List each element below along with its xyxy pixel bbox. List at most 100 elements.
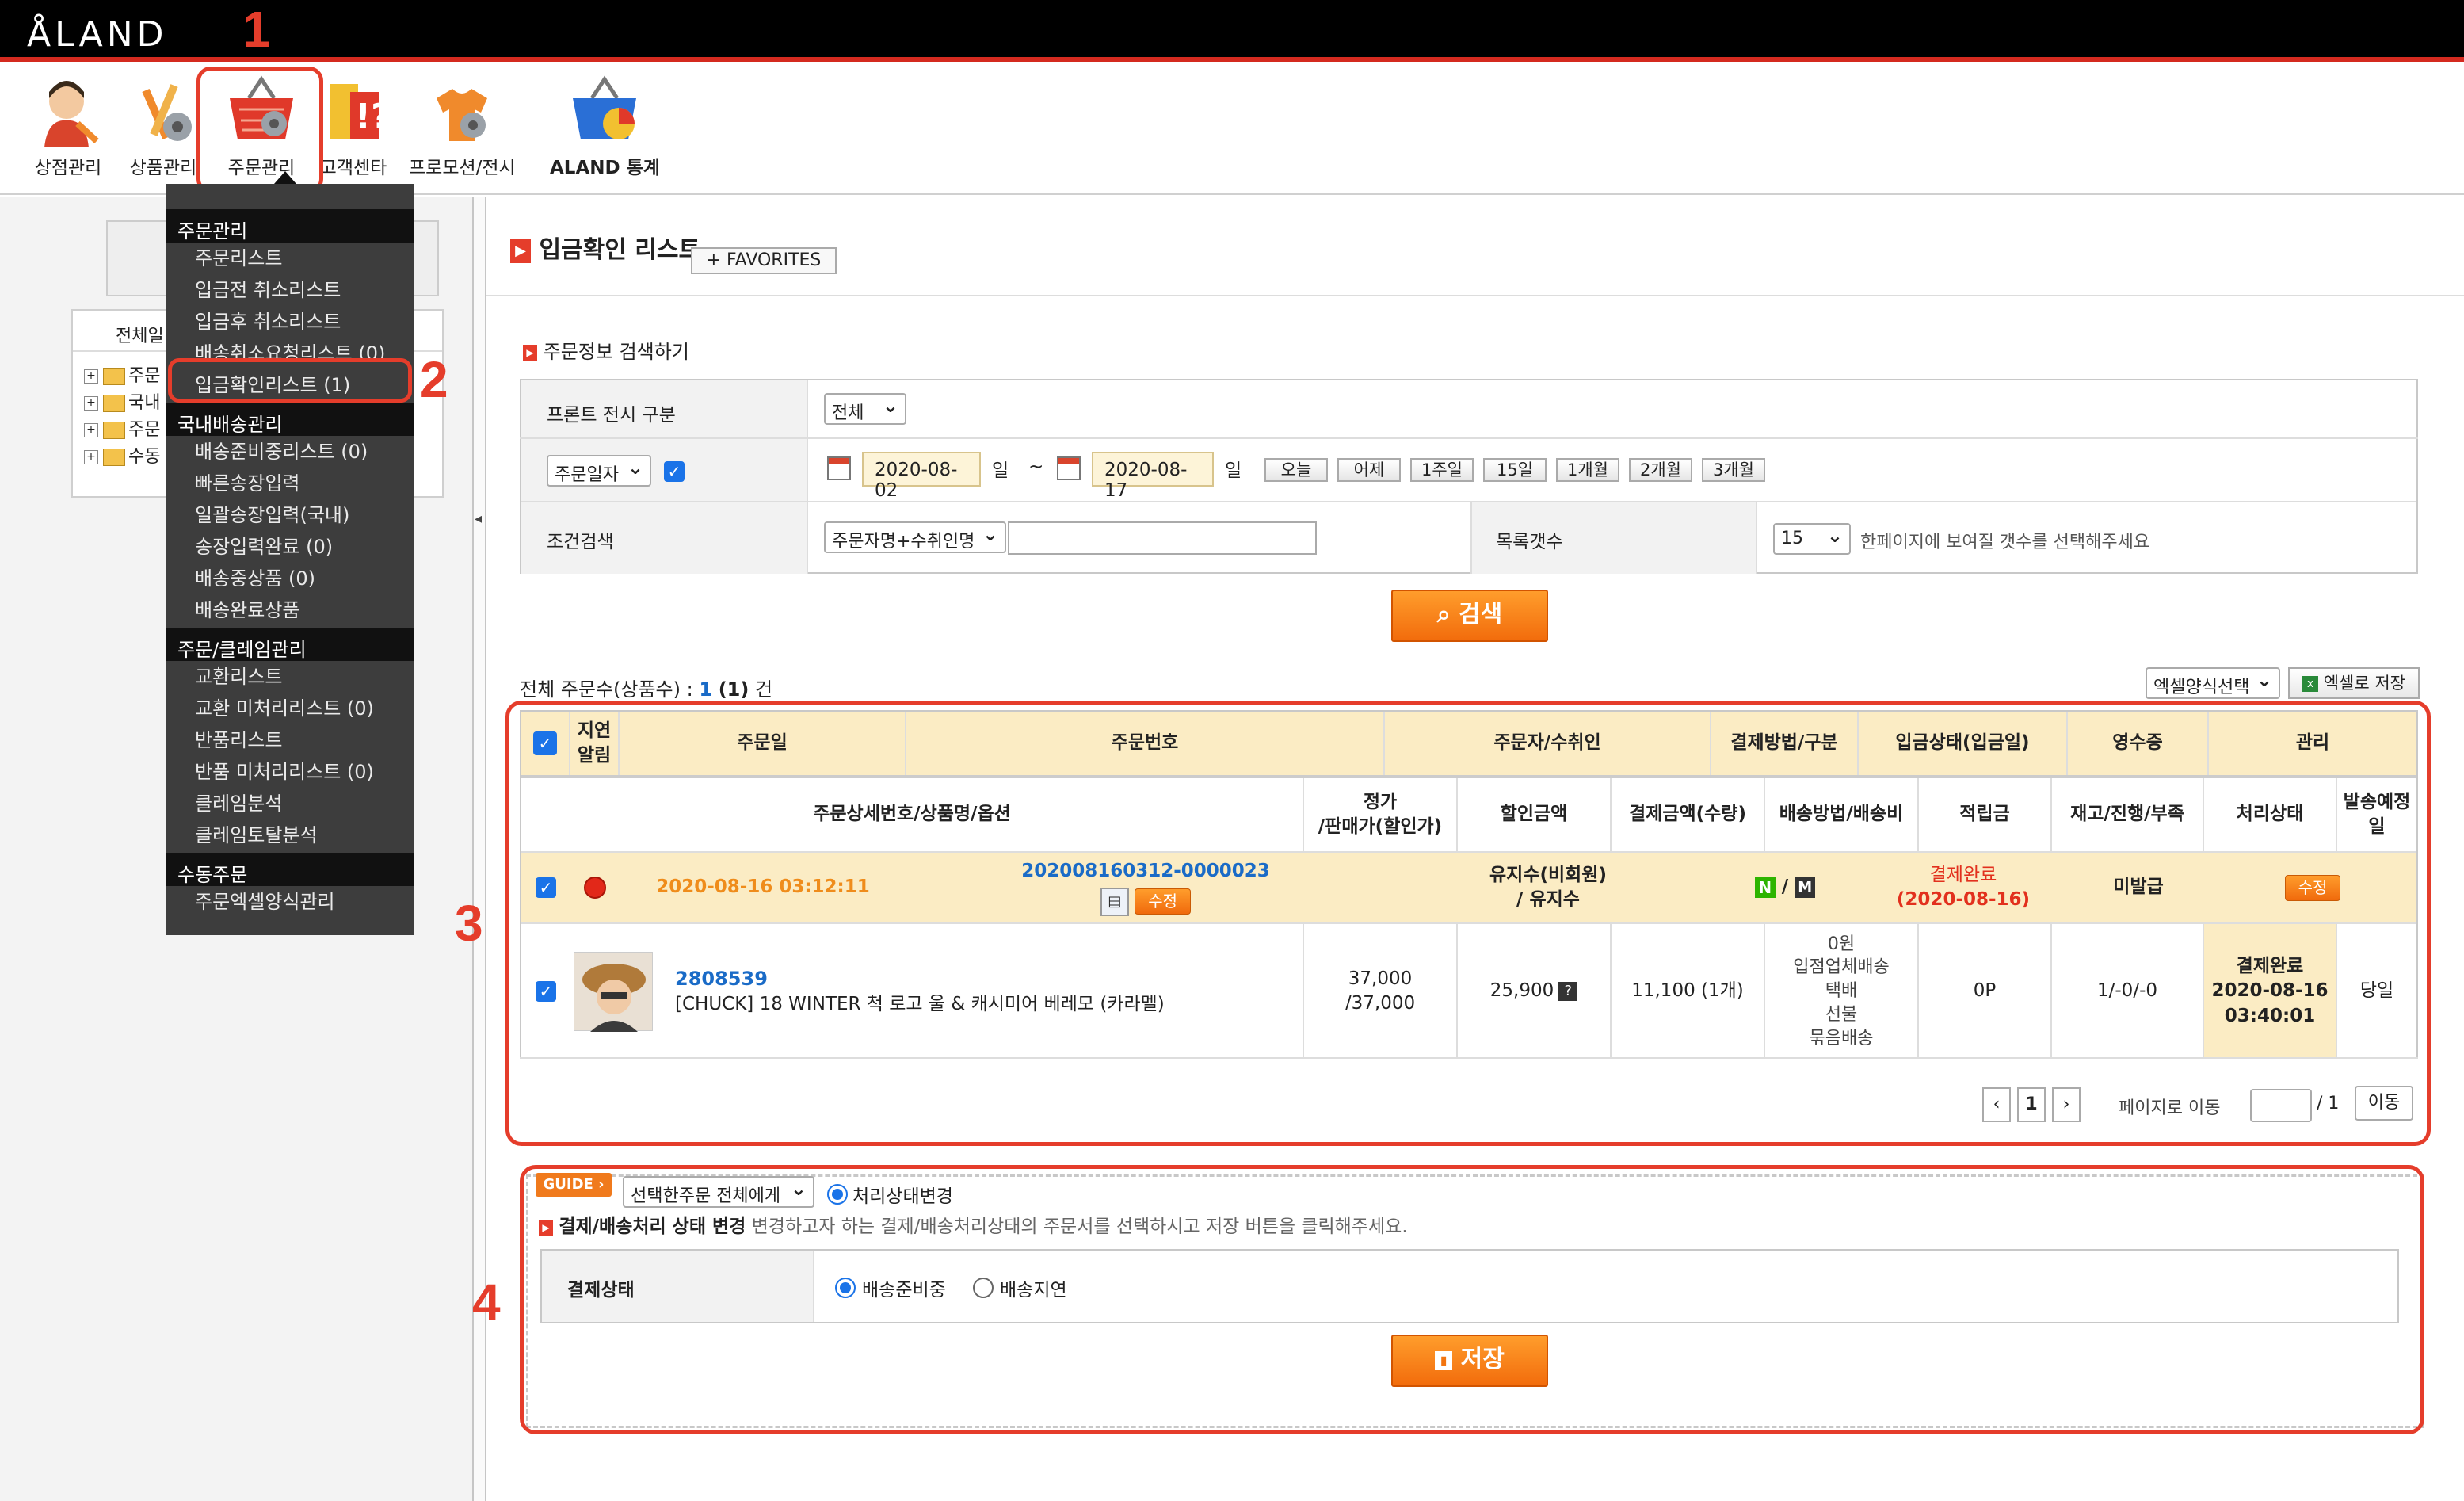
quick-15day-button[interactable]: 15일 bbox=[1483, 458, 1547, 482]
callout-box-4 bbox=[520, 1165, 2424, 1434]
tree-item[interactable]: + 국내 bbox=[84, 388, 160, 414]
callout-box-3 bbox=[505, 701, 2431, 1146]
page-title-text: 입금확인 리스트 bbox=[539, 236, 701, 264]
row-condition: 조건검색 주문자명+수취인명 목록갯수 15 한페이지에 보여질 갯수를 선택해… bbox=[521, 502, 2416, 574]
dropdown-pointer bbox=[274, 171, 296, 184]
tree-item[interactable]: + 주문 bbox=[84, 415, 160, 441]
dropdown-item[interactable]: 주문리스트 bbox=[195, 243, 282, 270]
excel-save-label: 엑셀로 저장 bbox=[2323, 674, 2405, 693]
select-value: 엑셀양식선택 bbox=[2153, 678, 2250, 697]
dropdown-item[interactable]: 배송준비중리스트 (0) bbox=[195, 436, 368, 464]
summary-prefix: 전체 주문수(상품수) : bbox=[520, 678, 693, 701]
menu-label: 상점관리 bbox=[34, 158, 102, 178]
dropdown-item[interactable]: 교환리스트 bbox=[195, 661, 282, 689]
expand-icon[interactable]: + bbox=[84, 423, 98, 437]
dropdown-item[interactable]: 입금후 취소리스트 bbox=[195, 306, 341, 334]
product-icon bbox=[127, 74, 200, 147]
condition-input[interactable] bbox=[1008, 521, 1317, 555]
quick-1month-button[interactable]: 1개월 bbox=[1556, 458, 1619, 482]
favorites-button[interactable]: + FAVORITES bbox=[691, 247, 837, 274]
expand-icon[interactable]: + bbox=[84, 396, 98, 411]
condition-select[interactable]: 주문자명+수취인명 bbox=[824, 521, 1006, 553]
select-value: 주문일자 bbox=[555, 465, 619, 485]
dropdown-item[interactable]: 빠른송장입력 bbox=[195, 468, 299, 495]
calendar-icon[interactable] bbox=[827, 456, 851, 480]
dropdown-item[interactable]: 일괄송장입력(국내) bbox=[195, 499, 349, 527]
tree-item[interactable]: + 주문 bbox=[84, 361, 160, 387]
date-checkbox[interactable]: ✓ bbox=[664, 461, 685, 482]
main-menu-bar: 상점관리 상품관리 주문관리 !? 고객센타 프로모션/전시 ALAND 통계 bbox=[0, 67, 2464, 195]
callout-1: 1 bbox=[242, 1, 271, 58]
menu-label: 상품관리 bbox=[129, 158, 197, 178]
quick-2month-button[interactable]: 2개월 bbox=[1629, 458, 1692, 482]
dropdown-item[interactable]: 교환 미처리리스트 (0) bbox=[195, 693, 374, 720]
quick-yesterday-button[interactable]: 어제 bbox=[1337, 458, 1401, 482]
select-value: 전체 bbox=[832, 403, 864, 423]
dropdown-item[interactable]: 클레임분석 bbox=[195, 788, 282, 815]
promotion-icon bbox=[425, 74, 498, 147]
play-icon: ▶ bbox=[523, 345, 537, 361]
search-button[interactable]: ⌕ 검색 bbox=[1391, 590, 1548, 642]
tree-item-label: 국내 bbox=[128, 393, 161, 413]
dropdown-item[interactable]: 클레임토탈분석 bbox=[195, 819, 318, 847]
field-label: 목록갯수 bbox=[1496, 532, 1563, 552]
menu-label: ALAND 통계 bbox=[550, 158, 660, 178]
row-date: 주문일자 ✓ 2020-08-02 일 ~ 2020-08-17 일 오늘 어제… bbox=[521, 439, 2416, 502]
search-icon: ⌕ bbox=[1436, 601, 1459, 628]
callout-box-1 bbox=[196, 67, 323, 193]
row-front-display: 프론트 전시 구분 전체 bbox=[521, 380, 2416, 439]
folder-icon bbox=[103, 449, 125, 466]
dropdown-section-title: 주문/클레임관리 bbox=[166, 628, 414, 661]
logo[interactable]: ÅLAND bbox=[27, 14, 168, 55]
collapse-arrow-icon[interactable]: ◂ bbox=[475, 510, 482, 527]
dropdown-item[interactable]: 입금전 취소리스트 bbox=[195, 274, 341, 302]
title-divider bbox=[486, 295, 2464, 296]
folder-icon bbox=[103, 368, 125, 385]
quick-1week-button[interactable]: 1주일 bbox=[1410, 458, 1474, 482]
tree-item-label: 주문 bbox=[128, 420, 161, 440]
callout-box-2 bbox=[168, 358, 412, 403]
menu-promotion[interactable]: 프로모션/전시 bbox=[409, 74, 516, 179]
menu-stats[interactable]: ALAND 통계 bbox=[550, 74, 660, 179]
favorites-label: FAVORITES bbox=[727, 250, 822, 270]
stats-basket-icon bbox=[568, 74, 641, 147]
callout-4: 4 bbox=[472, 1274, 501, 1331]
callout-3: 3 bbox=[455, 895, 483, 952]
tree-item[interactable]: + 수동 bbox=[84, 442, 160, 468]
expand-icon[interactable]: + bbox=[84, 450, 98, 464]
date-from-input[interactable]: 2020-08-02 bbox=[862, 452, 981, 501]
dropdown-item[interactable]: 반품 미처리리스트 (0) bbox=[195, 756, 374, 784]
dropdown-item[interactable]: 송장입력완료 (0) bbox=[195, 531, 333, 559]
expand-icon[interactable]: + bbox=[84, 369, 98, 384]
calendar-icon[interactable] bbox=[1057, 456, 1081, 480]
list-count-select[interactable]: 15 bbox=[1773, 523, 1851, 555]
quick-today-button[interactable]: 오늘 bbox=[1264, 458, 1328, 482]
order-count: 1 bbox=[699, 678, 713, 701]
dropdown-item[interactable]: 반품리스트 bbox=[195, 724, 282, 752]
list-count-label-cell: 목록갯수 bbox=[1470, 502, 1757, 574]
dropdown-item[interactable]: 주문엑셀양식관리 bbox=[195, 886, 335, 914]
order-dropdown-menu: 주문관리 주문리스트 입금전 취소리스트 입금후 취소리스트 배송취소요청리스트… bbox=[166, 171, 414, 935]
callout-2: 2 bbox=[420, 351, 448, 408]
menu-customer-center[interactable]: !? 고객센타 bbox=[317, 74, 391, 179]
menu-product[interactable]: 상품관리 bbox=[127, 74, 200, 179]
field-label: 프론트 전시 구분 bbox=[521, 380, 808, 437]
date-type-select[interactable]: 주문일자 bbox=[547, 455, 651, 487]
date-to-input[interactable]: 2020-08-17 bbox=[1092, 452, 1214, 501]
dropdown-item[interactable]: 배송중상품 (0) bbox=[195, 563, 315, 590]
excel-save-button[interactable]: x 엑셀로 저장 bbox=[2288, 667, 2420, 699]
range-tilde: ~ bbox=[1028, 456, 1044, 477]
field-label: 조건검색 bbox=[521, 502, 808, 574]
day-unit-label: 일 bbox=[1225, 460, 1242, 481]
folder-icon bbox=[103, 395, 125, 412]
search-section-label: 주문정보 검색하기 bbox=[543, 341, 689, 363]
menu-store[interactable]: 상점관리 bbox=[32, 74, 105, 179]
page-title: ▶ 입금확인 리스트 bbox=[510, 230, 700, 265]
dropdown-item[interactable]: 배송완료상품 bbox=[195, 594, 299, 622]
excel-format-select[interactable]: 엑셀양식선택 bbox=[2146, 667, 2280, 699]
day-unit-label: 일 bbox=[992, 460, 1009, 481]
select-value: 15 bbox=[1781, 529, 1803, 548]
front-display-select[interactable]: 전체 bbox=[824, 393, 906, 425]
list-count-hint: 한페이지에 보여질 갯수를 선택해주세요 bbox=[1860, 533, 2150, 552]
quick-3month-button[interactable]: 3개월 bbox=[1702, 458, 1765, 482]
